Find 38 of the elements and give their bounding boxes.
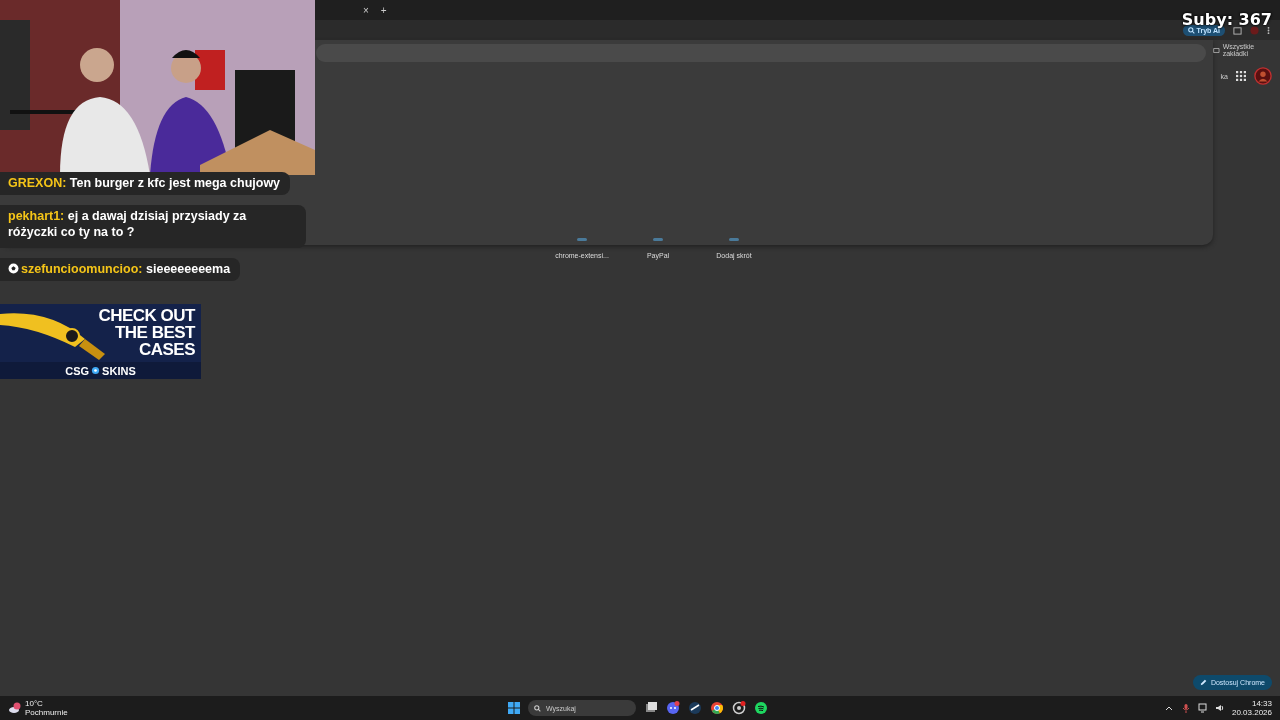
- folder-icon: [1213, 46, 1220, 54]
- brand-name: SKINS: [102, 364, 136, 377]
- shortcut-icon[interactable]: [577, 238, 587, 242]
- chat-message: pekhart1: ej a dawaj dzisiaj przysiady za różyczki co ty na to ?: [0, 205, 306, 248]
- menu-icon[interactable]: [1267, 25, 1270, 35]
- new-tab-button[interactable]: +: [377, 4, 390, 16]
- weather-temperature: 10°C: [25, 699, 44, 708]
- search-icon: [1187, 26, 1195, 34]
- ad-headline: THE BEST: [114, 324, 195, 341]
- ad-headline: CHECK OUT: [98, 307, 195, 324]
- music-app-icon[interactable]: [754, 701, 768, 715]
- task-view-icon[interactable]: [644, 701, 658, 715]
- chat-app-icon[interactable]: [666, 701, 680, 715]
- clock-date[interactable]: 20.03.2026: [1231, 708, 1272, 717]
- tab-close-button[interactable]: ×: [360, 4, 372, 16]
- ad-headline: CASES: [138, 341, 195, 358]
- chat-message: szefuncioomuncioo: sieeeeeeeema: [0, 258, 241, 281]
- search-icon: [534, 704, 541, 712]
- brand-name: CSG: [65, 364, 90, 377]
- recorder-icon[interactable]: [732, 701, 746, 715]
- shortcut-icon[interactable]: [729, 238, 739, 242]
- logo-icon: [91, 366, 101, 375]
- account-avatar-icon[interactable]: [1254, 67, 1272, 85]
- weather-icon[interactable]: [8, 702, 22, 714]
- ad-banner[interactable]: CHECK OUT THE BEST CASES CSG SKINS: [0, 304, 201, 379]
- microphone-icon[interactable]: [1180, 703, 1191, 713]
- chrome-icon[interactable]: [710, 701, 724, 715]
- weather-condition: Pochmurnie: [25, 708, 68, 717]
- shortcut-icon[interactable]: [653, 238, 663, 242]
- tab-search-icon[interactable]: [1233, 25, 1242, 35]
- speaker-icon[interactable]: [1214, 703, 1225, 713]
- clock-time[interactable]: 14:33: [1251, 699, 1272, 708]
- chat-message: GREXON: Ten burger z kfc jest mega chujowy: [0, 172, 291, 195]
- apps-grid-icon[interactable]: [1236, 71, 1246, 81]
- network-icon[interactable]: [1197, 703, 1208, 713]
- start-icon[interactable]: [508, 702, 520, 714]
- game-launcher-icon[interactable]: [688, 701, 702, 715]
- pencil-icon: [1199, 679, 1207, 686]
